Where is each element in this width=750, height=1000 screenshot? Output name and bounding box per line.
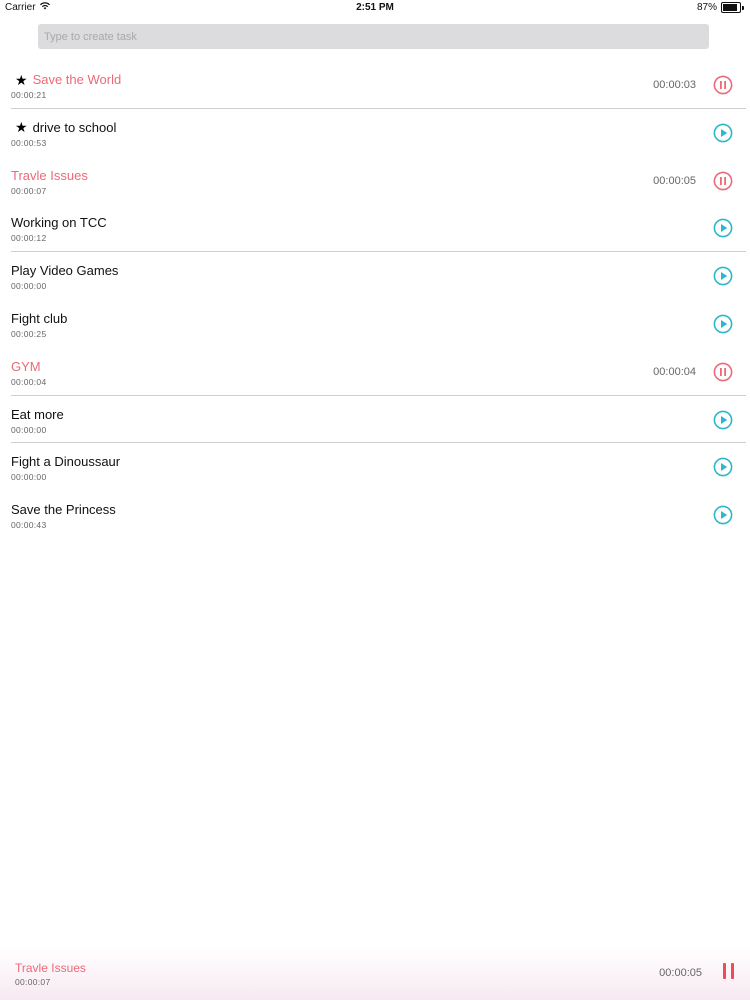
- pause-button[interactable]: [713, 362, 733, 382]
- create-task-input[interactable]: [38, 24, 709, 49]
- play-circle-icon: [713, 457, 733, 477]
- task-total-time: 00:00:21: [11, 90, 47, 100]
- task-row[interactable]: Working on TCC 00:00:12: [0, 204, 750, 252]
- pause-button[interactable]: [713, 75, 733, 95]
- task-total-time: 00:00:25: [11, 328, 47, 339]
- task-total-time: 00:00:43: [11, 520, 47, 531]
- task-row[interactable]: Fight a Dinoussaur 00:00:00: [0, 443, 750, 491]
- task-title: Working on TCC: [11, 215, 107, 230]
- pause-circle-icon: [713, 75, 733, 95]
- status-right: 87%: [697, 2, 744, 13]
- task-title: Save the Princess: [11, 502, 116, 517]
- star-icon: ★: [15, 71, 28, 88]
- task-title-label: Eat more: [11, 406, 64, 422]
- play-button[interactable]: [713, 505, 733, 525]
- play-circle-icon: [713, 218, 733, 238]
- play-circle-icon: [713, 266, 733, 286]
- task-title-label: Save the Princess: [11, 502, 116, 518]
- play-circle-icon: [713, 123, 733, 143]
- task-title-label: drive to school: [32, 119, 117, 135]
- task-title-label: Travle Issues: [11, 167, 88, 183]
- task-total-time: 00:00:00: [11, 472, 47, 483]
- pause-bar-right: [731, 963, 734, 979]
- task-row[interactable]: GYM 00:00:04 00:00:04: [0, 348, 750, 396]
- pause-circle-icon: [713, 171, 733, 190]
- task-title: ★ Save the World: [11, 72, 121, 87]
- task-title: Fight club: [11, 311, 67, 326]
- star-icon: ★: [15, 119, 28, 136]
- pause-bar-left: [723, 963, 726, 979]
- task-title: GYM: [11, 359, 41, 374]
- task-row[interactable]: Fight club 00:00:25: [0, 300, 750, 348]
- task-title-label: Fight club: [11, 310, 68, 326]
- task-total-time: 00:00:53: [11, 137, 47, 148]
- play-button[interactable]: [713, 123, 733, 143]
- task-title: Eat more: [11, 407, 64, 422]
- pause-circle-icon: [713, 362, 733, 382]
- battery-percent: 87%: [696, 2, 717, 13]
- current-task-title: Travle Issues: [15, 961, 86, 975]
- task-total-time: 00:00:00: [11, 281, 47, 292]
- task-list: ★ Save the World 00:00:21 00:00:03 ★ drive to…: [0, 61, 750, 539]
- task-title-label: Play Video Games: [11, 263, 119, 279]
- task-title: Play Video Games: [11, 263, 118, 278]
- task-total-time: 00:00:00: [11, 424, 47, 435]
- task-title-label: GYM: [11, 358, 41, 374]
- task-row[interactable]: Save the Princess 00:00:43: [0, 491, 750, 539]
- current-task-bar[interactable]: Travle Issues 00:00:07 00:00:05: [0, 946, 750, 1000]
- task-row[interactable]: Play Video Games 00:00:00: [0, 252, 750, 300]
- task-title-label: Fight a Dinoussaur: [11, 454, 121, 470]
- task-row[interactable]: ★ Save the World 00:00:21 00:00:03: [0, 61, 750, 109]
- task-title: Travle Issues: [11, 168, 88, 183]
- task-title-label: Working on TCC: [11, 215, 107, 231]
- status-time: 2:51 PM: [356, 2, 394, 13]
- battery-icon: [721, 2, 741, 13]
- play-button[interactable]: [713, 218, 733, 238]
- task-total-time: 00:00:04: [11, 376, 47, 387]
- task-title: ★ drive to school: [11, 120, 116, 135]
- task-elapsed-time: 00:00:05: [653, 174, 696, 187]
- status-bar: Carrier 2:51 PM 87%: [0, 0, 750, 16]
- task-elapsed-time: 00:00:04: [653, 365, 696, 378]
- pause-button[interactable]: [713, 171, 733, 191]
- current-task-total-time: 00:00:07: [15, 977, 51, 987]
- pause-icon[interactable]: [722, 963, 736, 981]
- current-task-elapsed-time: 00:00:05: [659, 967, 702, 979]
- task-row[interactable]: Eat more 00:00:00: [0, 396, 750, 444]
- play-circle-icon: [713, 410, 733, 429]
- task-row[interactable]: Travle Issues 00:00:07 00:00:05: [0, 157, 750, 205]
- battery-tip: [742, 5, 744, 10]
- play-circle-icon: [713, 314, 733, 334]
- play-button[interactable]: [713, 410, 733, 430]
- battery-fill: [723, 4, 737, 11]
- task-elapsed-time: 00:00:03: [653, 79, 696, 91]
- task-total-time: 00:00:12: [11, 233, 47, 244]
- play-button[interactable]: [713, 457, 733, 477]
- task-title: Fight a Dinoussaur: [11, 454, 120, 469]
- play-circle-icon: [713, 505, 733, 525]
- play-button[interactable]: [713, 314, 733, 334]
- play-button[interactable]: [713, 266, 733, 286]
- task-title-label: Save the World: [32, 72, 122, 87]
- task-total-time: 00:00:07: [11, 185, 47, 196]
- task-row[interactable]: ★ drive to school 00:00:53: [0, 109, 750, 157]
